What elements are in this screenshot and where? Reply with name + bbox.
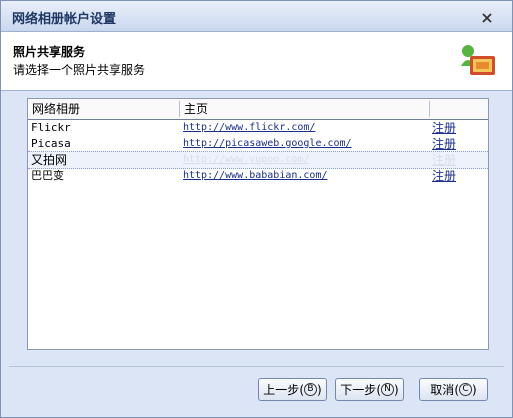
account-settings-dialog: 网络相册帐户设置 照片共享服务 请选择一个照片共享服务 网络相册 主页 Flic… [0, 0, 513, 418]
service-list: 网络相册 主页 Flickr http://www.flickr.com/ 注册… [27, 98, 489, 350]
header-title: 照片共享服务 [13, 45, 86, 59]
window-title: 网络相册帐户设置 [12, 12, 117, 27]
table-row[interactable]: Flickr http://www.flickr.com/ 注册 [28, 120, 488, 136]
close-icon[interactable] [482, 13, 492, 23]
cancel-hotkey: C [459, 383, 472, 396]
wizard-header: 照片共享服务 请选择一个照片共享服务 [1, 32, 512, 91]
table-row-selected[interactable]: 又拍网 http://www.yupoo.com/ 注册 [28, 151, 488, 169]
register-link[interactable]: 注册 [432, 168, 456, 184]
back-button[interactable]: 上一步(B) [258, 378, 327, 401]
photo-sharing-icon [461, 45, 495, 75]
header-subtitle: 请选择一个照片共享服务 [13, 63, 146, 77]
service-name: Flickr [31, 121, 71, 134]
register-link[interactable]: 注册 [432, 136, 456, 152]
service-name: 巴巴变 [31, 169, 64, 182]
service-url-link[interactable]: http://picasaweb.google.com/ [183, 136, 352, 152]
register-link[interactable]: 注册 [432, 120, 456, 136]
table-header: 网络相册 主页 [28, 99, 488, 120]
cancel-button-label: 取消 [430, 383, 455, 397]
service-name: Picasa [31, 137, 71, 150]
cancel-button[interactable]: 取消(C) [419, 378, 488, 401]
next-hotkey: N [381, 383, 394, 396]
register-link[interactable]: 注册 [432, 152, 456, 168]
title-bar: 网络相册帐户设置 [1, 1, 512, 32]
next-button[interactable]: 下一步(N) [335, 378, 404, 401]
service-name: 又拍网 [31, 153, 68, 167]
next-button-label: 下一步 [340, 383, 377, 397]
footer-divider [9, 366, 504, 367]
service-url-link[interactable]: http://www.yupoo.com/ [183, 152, 309, 168]
table-row[interactable]: 巴巴变 http://www.bababian.com/ 注册 [28, 168, 488, 184]
column-header-album[interactable]: 网络相册 [28, 99, 80, 119]
back-hotkey: B [304, 383, 317, 396]
back-button-label: 上一步 [263, 383, 300, 397]
column-header-action[interactable] [430, 99, 434, 119]
table-row[interactable]: Picasa http://picasaweb.google.com/ 注册 [28, 136, 488, 152]
column-header-homepage[interactable]: 主页 [180, 99, 208, 119]
service-url-link[interactable]: http://www.bababian.com/ [183, 168, 328, 184]
service-url-link[interactable]: http://www.flickr.com/ [183, 120, 315, 136]
